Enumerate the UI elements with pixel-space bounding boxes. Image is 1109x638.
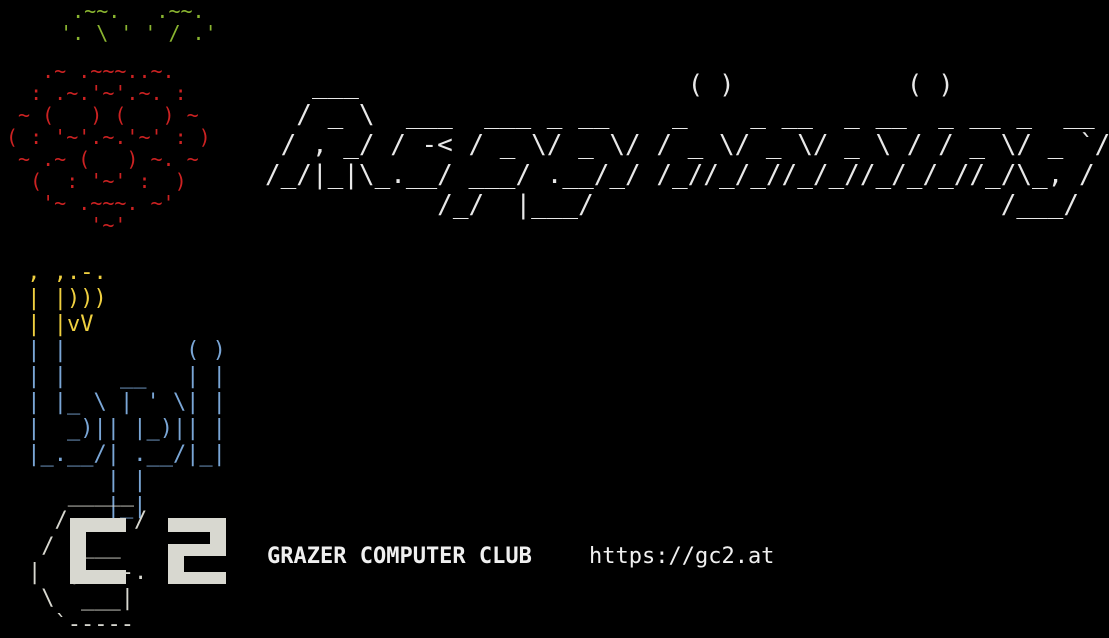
club-url-link[interactable]: https://gc2.at bbox=[589, 544, 774, 569]
gc2-logo-letters bbox=[70, 518, 230, 594]
raspberry-leaves-art: .~~. .~~. '. \ ' ' / .' bbox=[60, 0, 217, 45]
bpi-logo-art: , ,.-. | |))) | |vV | | ( ) | | __ | | |… bbox=[14, 260, 226, 520]
raspjamming-title-banner: ___ ( ) ( ) / _ \ ___ ___ _ __ _ _ __ _ … bbox=[265, 70, 1109, 220]
gc2-logo-letters-svg bbox=[70, 518, 226, 584]
bee-art: , ,.-. | |))) | |vV bbox=[27, 260, 107, 337]
raspberry-berry-art: .~ .~~~..~. : .~.'~'.~. : ~ ( ) ( ) ~ ( … bbox=[6, 59, 211, 237]
club-name-text: GRAZER COMPUTER CLUB bbox=[267, 544, 532, 569]
